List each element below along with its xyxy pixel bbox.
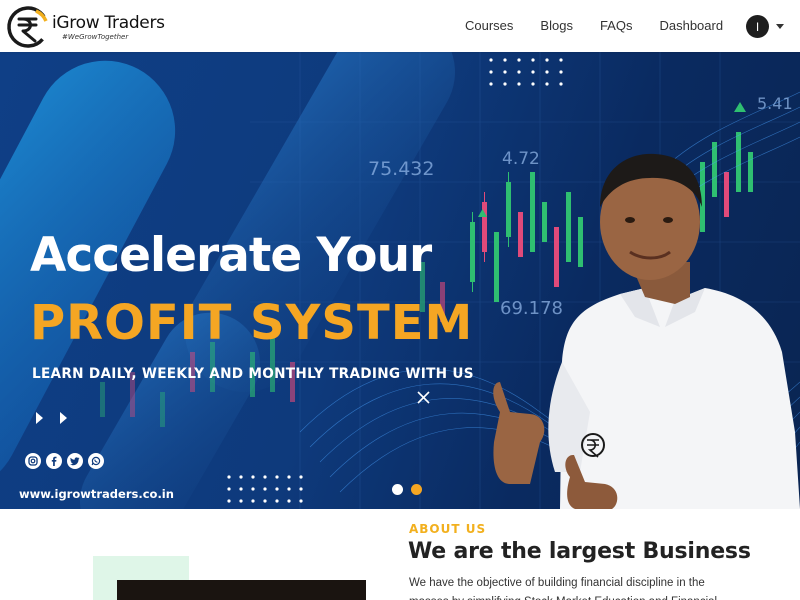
presenter-photo [493,153,800,509]
play-arrow-icon [36,412,43,424]
section-label: ABOUT US [409,522,487,536]
section-description: We have the objective of building financ… [409,577,717,600]
hero-banner: 75.432 4.72 5.41 69.178 Accelerate Your … [0,52,800,509]
carousel-indicators [392,484,430,495]
close-icon[interactable] [416,390,431,405]
chevron-down-icon[interactable] [776,24,784,29]
brand-name: iGrow Traders [52,13,165,33]
nav-link-courses[interactable]: Courses [465,18,513,33]
whatsapp-icon[interactable] [88,453,104,469]
twitter-icon[interactable] [67,453,83,469]
nav-link-dashboard[interactable]: Dashboard [659,18,723,33]
brand-logo[interactable]: iGrow Traders #WeGrowTogether [6,5,165,49]
about-image [117,580,366,600]
main-nav: Courses Blogs FAQs Dashboard [465,18,750,33]
social-links [25,453,109,469]
rupee-logo-icon [7,6,49,48]
instagram-icon[interactable] [25,453,41,469]
carousel-dot-active[interactable] [411,484,422,495]
hero-highlight-title: PROFIT SYSTEM [30,295,474,351]
website-url: www.igrowtraders.co.in [19,487,174,501]
facebook-icon[interactable] [46,453,62,469]
section-title: We are the largest Business [408,539,751,564]
nav-link-faqs[interactable]: FAQs [600,18,633,33]
hero-title: Accelerate Your [30,228,432,283]
carousel-dot[interactable] [392,484,403,495]
chart-number: 75.432 [368,158,434,180]
hero-arrows [36,412,84,424]
chart-number: 5.41 [757,94,793,113]
top-navbar: iGrow Traders #WeGrowTogether Courses Bl… [0,0,800,52]
play-arrow-icon [60,412,67,424]
user-avatar[interactable]: I [746,15,769,38]
nav-link-blogs[interactable]: Blogs [540,18,573,33]
hero-subtitle: LEARN DAILY, WEEKLY AND MONTHLY TRADING … [32,366,474,382]
brand-tagline: #WeGrowTogether [62,33,129,41]
